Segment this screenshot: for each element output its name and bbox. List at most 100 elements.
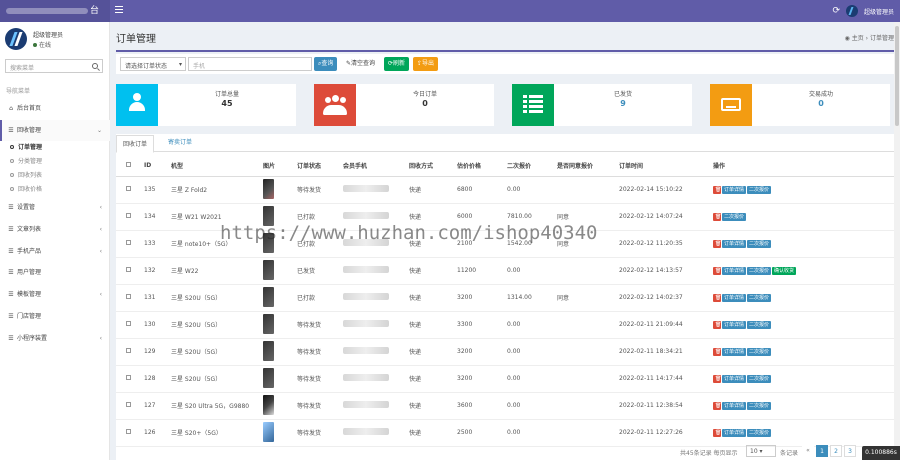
phone-thumbnail[interactable] bbox=[263, 340, 274, 361]
sidebar-item-miniprogram[interactable]: ☰ 小程序装置 ‹ bbox=[0, 328, 110, 350]
sidebar-item-products[interactable]: ☰ 手机产品 ‹ bbox=[0, 241, 110, 263]
row-checkbox[interactable] bbox=[116, 365, 142, 393]
cell-image[interactable] bbox=[261, 365, 295, 393]
second-quote-button[interactable]: 二次报价 bbox=[747, 266, 772, 275]
admin-avatar[interactable] bbox=[845, 5, 858, 17]
per-page-select[interactable]: 10 ▾ bbox=[746, 445, 776, 457]
cell-image[interactable] bbox=[261, 311, 295, 339]
sidebar-subitem-recycle-price[interactable]: 回收价格 bbox=[0, 183, 110, 197]
sidebar-item-home[interactable]: ⌂ 后台首页 bbox=[0, 98, 110, 120]
trash-icon[interactable]: 🗑 bbox=[713, 347, 721, 356]
row-checkbox[interactable] bbox=[116, 203, 142, 231]
admin-name[interactable]: 超级管理员 bbox=[864, 7, 894, 16]
sidebar-item-templates[interactable]: ☰ 模板管理 ‹ bbox=[0, 284, 110, 306]
order-detail-button[interactable]: 订单详情 bbox=[722, 293, 747, 302]
phone-thumbnail[interactable] bbox=[263, 394, 274, 415]
prev-page-button[interactable]: « bbox=[802, 445, 814, 457]
trash-icon[interactable]: 🗑 bbox=[713, 428, 721, 437]
sidebar-subitem-recycle-list[interactable]: 回收列表 bbox=[0, 169, 110, 183]
phone-thumbnail[interactable] bbox=[263, 286, 274, 307]
order-detail-button[interactable]: 订单详情 bbox=[722, 401, 747, 410]
page-scrollbar[interactable] bbox=[894, 22, 900, 446]
order-detail-button[interactable]: 订单详情 bbox=[722, 374, 747, 383]
order-status-select[interactable]: 请选择订单状态 bbox=[120, 57, 186, 71]
second-quote-button[interactable]: 二次报价 bbox=[747, 347, 772, 356]
phone-thumbnail[interactable] bbox=[263, 178, 274, 199]
page-3-button[interactable]: 3 bbox=[844, 445, 856, 457]
sidebar-toggle-icon[interactable] bbox=[115, 6, 123, 14]
order-detail-button[interactable]: 订单详情 bbox=[722, 428, 747, 437]
phone-thumbnail[interactable] bbox=[263, 259, 274, 280]
select-all-checkbox[interactable] bbox=[116, 156, 142, 177]
tab-recycle-orders[interactable]: 回收订单 bbox=[116, 135, 155, 153]
second-quote-button[interactable]: 二次报价 bbox=[747, 320, 772, 329]
row-checkbox[interactable] bbox=[116, 176, 142, 204]
row-checkbox[interactable] bbox=[116, 257, 142, 285]
order-detail-button[interactable]: 订单详情 bbox=[722, 185, 747, 194]
order-detail-button[interactable]: 订单详情 bbox=[722, 320, 747, 329]
scrollbar-thumb[interactable] bbox=[895, 26, 899, 126]
sidebar-item-settings[interactable]: ☰ 设置管 ‹ bbox=[0, 197, 110, 219]
second-quote-button[interactable]: 二次报价 bbox=[747, 374, 772, 383]
brand-logo[interactable]: 台 bbox=[0, 0, 110, 22]
phone-thumbnail[interactable] bbox=[263, 313, 274, 334]
order-detail-button[interactable]: 订单详情 bbox=[722, 347, 747, 356]
confirm-receipt-button[interactable]: 确认收货 bbox=[772, 266, 797, 275]
breadcrumb-home[interactable]: 主页 bbox=[852, 35, 864, 42]
phone-thumbnail[interactable] bbox=[263, 421, 274, 442]
second-quote-button[interactable]: 二次报价 bbox=[747, 239, 772, 248]
cell-image[interactable] bbox=[261, 203, 295, 231]
cell-image[interactable] bbox=[261, 176, 295, 204]
sidebar-item-users[interactable]: ☰ 用户管理 bbox=[0, 262, 110, 284]
cell-image[interactable] bbox=[261, 284, 295, 312]
trash-icon[interactable]: 🗑 bbox=[713, 374, 721, 383]
trash-icon[interactable]: 🗑 bbox=[713, 239, 721, 248]
trash-icon[interactable]: 🗑 bbox=[713, 185, 721, 194]
refresh-icon[interactable]: ⟳ bbox=[832, 6, 840, 16]
cell-time: 2022-02-11 14:17:44 bbox=[617, 365, 711, 393]
sidebar-item-articles[interactable]: ☰ 文章列表 ‹ bbox=[0, 219, 110, 241]
trash-icon[interactable]: 🗑 bbox=[713, 320, 721, 329]
phone-thumbnail[interactable] bbox=[263, 232, 274, 253]
row-checkbox[interactable] bbox=[116, 419, 142, 447]
cell-image[interactable] bbox=[261, 338, 295, 366]
trash-icon[interactable]: 🗑 bbox=[713, 212, 721, 221]
row-checkbox[interactable] bbox=[116, 230, 142, 258]
trash-icon[interactable]: 🗑 bbox=[713, 293, 721, 302]
cell-image[interactable] bbox=[261, 257, 295, 285]
sidebar-item-stores[interactable]: ☰ 门店管理 bbox=[0, 306, 110, 328]
col-header[interactable]: ID bbox=[142, 156, 169, 177]
second-quote-button[interactable]: 二次报价 bbox=[722, 212, 747, 221]
trash-icon[interactable]: 🗑 bbox=[713, 266, 721, 275]
page-1-button[interactable]: 1 bbox=[816, 445, 828, 457]
phone-thumbnail[interactable] bbox=[263, 205, 274, 226]
order-detail-button[interactable]: 订单详情 bbox=[722, 266, 747, 275]
row-checkbox[interactable] bbox=[116, 338, 142, 366]
row-checkbox[interactable] bbox=[116, 311, 142, 339]
phone-thumbnail[interactable] bbox=[263, 367, 274, 388]
second-quote-button[interactable]: 二次报价 bbox=[747, 428, 772, 437]
reset-query-button[interactable]: ✎清空查询 bbox=[342, 57, 380, 71]
second-quote-button[interactable]: 二次报价 bbox=[747, 401, 772, 410]
sidebar-item-recycle[interactable]: ☰ 回收管理 ⌄ bbox=[0, 119, 110, 142]
row-checkbox[interactable] bbox=[116, 392, 142, 420]
sidebar-subitem-category[interactable]: 分类管理 bbox=[0, 155, 110, 169]
query-button[interactable]: ⌕查询 bbox=[314, 57, 338, 71]
order-detail-button[interactable]: 订单详情 bbox=[722, 239, 747, 248]
search-icon[interactable] bbox=[92, 63, 98, 69]
second-quote-button[interactable]: 二次报价 bbox=[747, 293, 772, 302]
cell-image[interactable] bbox=[261, 419, 295, 447]
tab-consign-orders[interactable]: 寄卖订单 bbox=[162, 134, 198, 152]
trash-icon[interactable]: 🗑 bbox=[713, 401, 721, 410]
second-quote-button[interactable]: 二次报价 bbox=[747, 185, 772, 194]
cell-image[interactable] bbox=[261, 230, 295, 258]
sidebar-subitem-orders[interactable]: 订单管理 bbox=[0, 141, 110, 155]
sidebar-item-label: 小程序装置 bbox=[17, 334, 48, 342]
sidebar-search-input[interactable]: 搜索菜单 bbox=[5, 59, 103, 73]
page-2-button[interactable]: 2 bbox=[830, 445, 842, 457]
export-button[interactable]: ⇪导出 bbox=[413, 57, 439, 71]
keyword-input[interactable]: 手机 bbox=[188, 57, 312, 71]
row-checkbox[interactable] bbox=[116, 284, 142, 312]
refresh-button[interactable]: ⟳刷新 bbox=[384, 57, 410, 71]
cell-image[interactable] bbox=[261, 392, 295, 420]
